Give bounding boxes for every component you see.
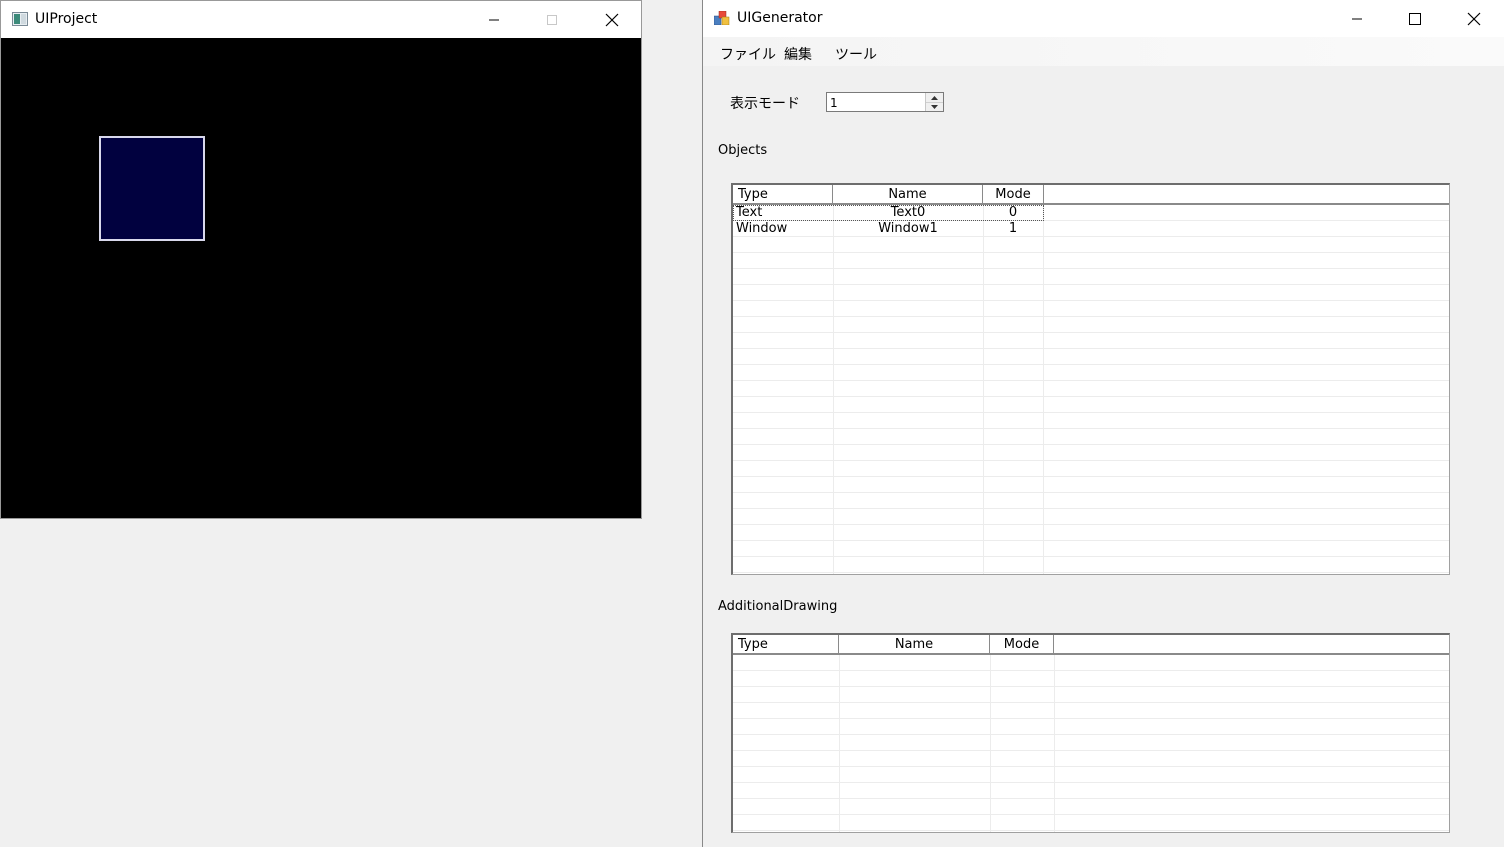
empty-row[interactable] — [733, 365, 1449, 381]
cell-mode[interactable]: 0 — [983, 205, 1043, 221]
cell-mode[interactable]: 1 — [983, 221, 1043, 237]
empty-row[interactable] — [733, 831, 1449, 832]
maximize-icon — [1409, 12, 1421, 25]
empty-row[interactable] — [733, 671, 1449, 687]
minimize-button[interactable] — [465, 1, 523, 38]
empty-row[interactable] — [733, 237, 1449, 253]
window-title: UIGenerator — [737, 10, 823, 26]
empty-row[interactable] — [733, 719, 1449, 735]
minimize-button[interactable] — [1328, 0, 1386, 37]
app-generator-icon — [714, 11, 730, 25]
cell-name[interactable]: Text0 — [833, 205, 983, 221]
cell-type[interactable]: Text — [736, 205, 831, 221]
column-header-name[interactable]: Name — [833, 185, 983, 203]
maximize-icon — [547, 14, 557, 25]
column-header-mode[interactable]: Mode — [990, 635, 1054, 653]
display-mode-stepper[interactable]: 1 — [826, 92, 944, 112]
objects-grid[interactable]: Type Name Mode Text Text0 0 Window Window1 1 — [731, 183, 1450, 575]
empty-row[interactable] — [733, 703, 1449, 719]
empty-row[interactable] — [733, 815, 1449, 831]
empty-row[interactable] — [733, 525, 1449, 541]
column-header-name[interactable]: Name — [839, 635, 990, 653]
additional-drawing-grid[interactable]: Type Name Mode — [731, 633, 1450, 833]
objects-grid-body: Text Text0 0 Window Window1 1 — [733, 205, 1449, 574]
maximize-button[interactable] — [1386, 0, 1444, 37]
stepper-down-button[interactable] — [926, 102, 943, 111]
empty-row[interactable] — [733, 783, 1449, 799]
empty-row[interactable] — [733, 799, 1449, 815]
empty-row[interactable] — [733, 285, 1449, 301]
close-icon — [605, 13, 619, 26]
column-header-mode[interactable]: Mode — [983, 185, 1044, 203]
column-header-type[interactable]: Type — [733, 635, 839, 653]
window-title: UIProject — [35, 11, 98, 27]
table-row[interactable]: Text Text0 0 — [733, 205, 1449, 221]
cell-name[interactable]: Window1 — [833, 221, 983, 237]
empty-row[interactable] — [733, 541, 1449, 557]
chevron-down-icon — [931, 104, 938, 109]
display-mode-value[interactable]: 1 — [830, 96, 838, 110]
table-row[interactable]: Window Window1 1 — [733, 221, 1449, 237]
app-window-icon — [12, 12, 28, 26]
menu-tools[interactable]: ツール — [835, 44, 877, 64]
render-canvas[interactable] — [1, 38, 641, 518]
close-button[interactable] — [1445, 0, 1503, 37]
empty-row[interactable] — [733, 349, 1449, 365]
empty-row[interactable] — [733, 509, 1449, 525]
menu-edit[interactable]: 編集 — [784, 44, 812, 64]
display-mode-label: 表示モード — [730, 96, 800, 112]
empty-row[interactable] — [733, 253, 1449, 269]
empty-row[interactable] — [733, 429, 1449, 445]
stepper-buttons — [925, 93, 943, 111]
empty-row[interactable] — [733, 477, 1449, 493]
close-button[interactable] — [583, 1, 641, 38]
uiproject-window[interactable]: UIProject — [0, 0, 642, 519]
additional-grid-header: Type Name Mode — [733, 635, 1449, 655]
minimize-icon — [489, 19, 499, 20]
empty-row[interactable] — [733, 573, 1449, 574]
empty-row[interactable] — [733, 557, 1449, 573]
additional-drawing-label: AdditionalDrawing — [718, 599, 838, 614]
maximize-button — [523, 1, 581, 38]
ui-window-preview[interactable] — [99, 136, 205, 241]
empty-row[interactable] — [733, 751, 1449, 767]
objects-grid-header: Type Name Mode — [733, 185, 1449, 205]
additional-grid-body — [733, 655, 1449, 832]
empty-row[interactable] — [733, 397, 1449, 413]
menu-file[interactable]: ファイル — [720, 44, 776, 64]
empty-row[interactable] — [733, 767, 1449, 783]
empty-row[interactable] — [733, 381, 1449, 397]
empty-row[interactable] — [733, 735, 1449, 751]
empty-row[interactable] — [733, 445, 1449, 461]
empty-row[interactable] — [733, 301, 1449, 317]
empty-row[interactable] — [733, 461, 1449, 477]
close-icon — [1467, 12, 1481, 25]
menu-bar: ファイル 編集 ツール — [703, 37, 1504, 66]
empty-row[interactable] — [733, 687, 1449, 703]
minimize-icon — [1352, 18, 1362, 19]
empty-row[interactable] — [733, 269, 1449, 285]
cell-type[interactable]: Window — [736, 221, 831, 237]
chevron-up-icon — [931, 95, 938, 100]
column-header-type[interactable]: Type — [733, 185, 833, 203]
uigenerator-titlebar[interactable]: UIGenerator — [703, 0, 1504, 37]
uigenerator-window[interactable]: UIGenerator ファイル 編集 ツール 表示モード 1 Objects — [702, 0, 1504, 847]
empty-row[interactable] — [733, 333, 1449, 349]
empty-row[interactable] — [733, 413, 1449, 429]
empty-row[interactable] — [733, 655, 1449, 671]
objects-label: Objects — [718, 143, 768, 158]
uiproject-titlebar[interactable]: UIProject — [1, 1, 641, 38]
empty-row[interactable] — [733, 317, 1449, 333]
empty-row[interactable] — [733, 493, 1449, 509]
